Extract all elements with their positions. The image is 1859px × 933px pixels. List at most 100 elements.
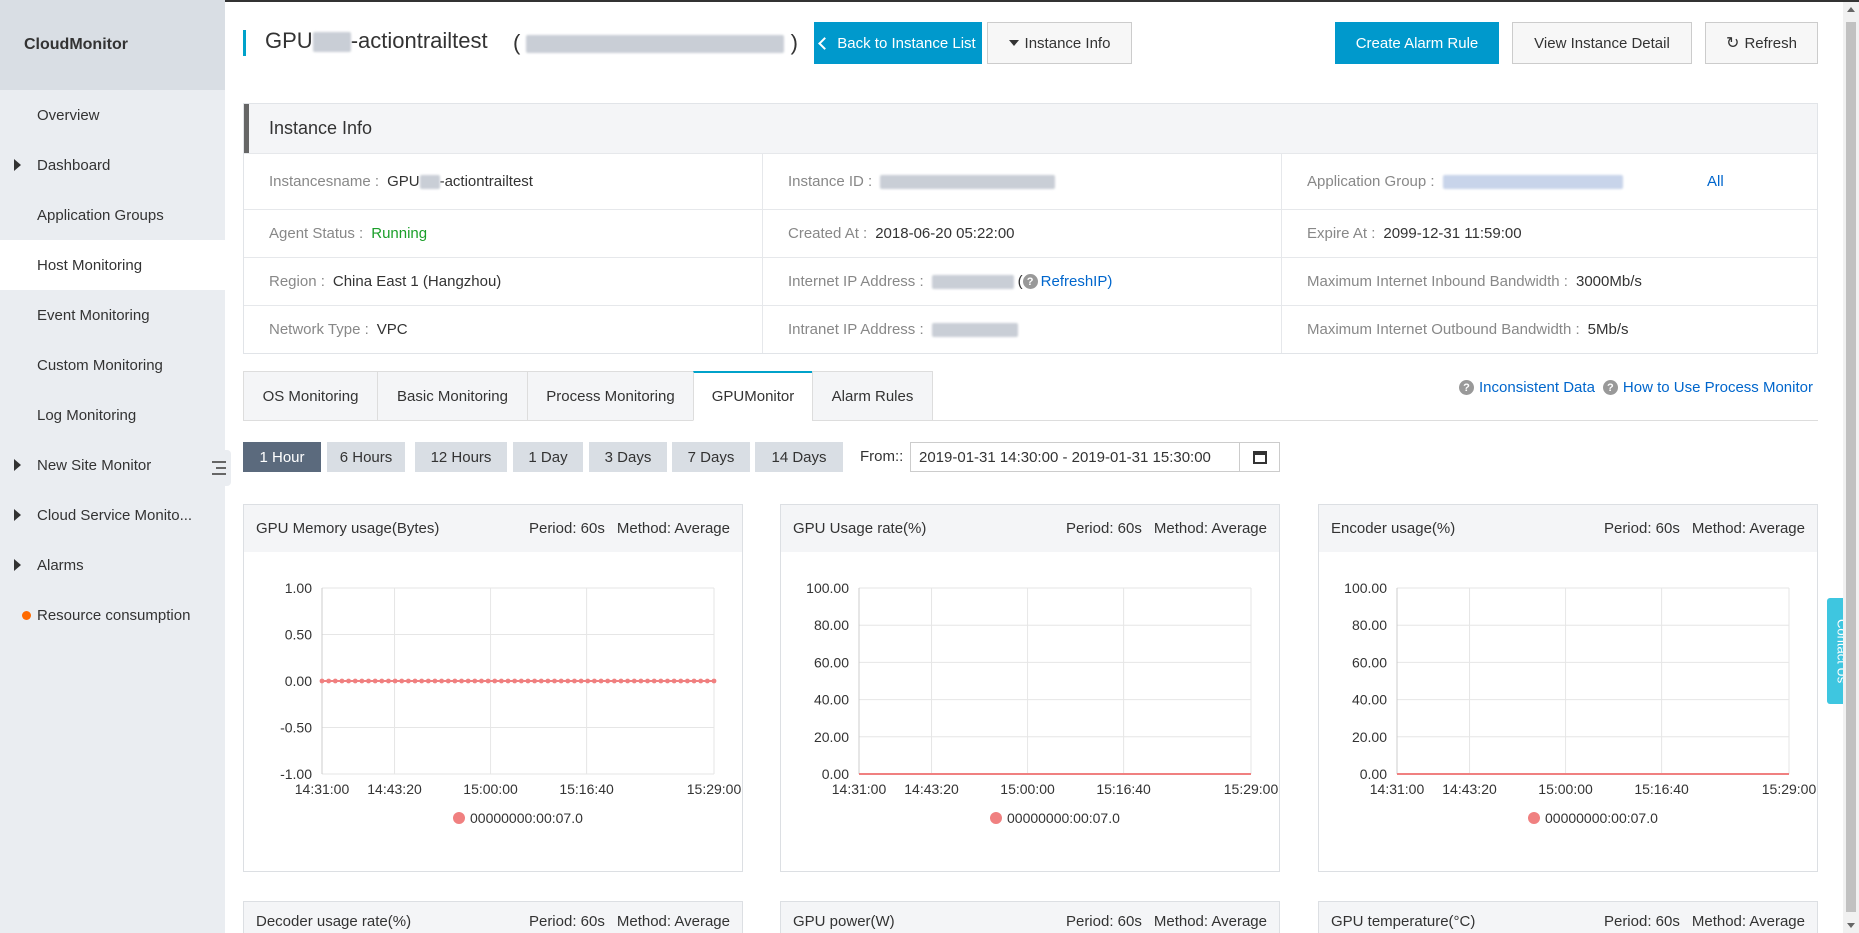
sidebar-item-custom-monitoring[interactable]: Custom Monitoring xyxy=(0,340,225,390)
x-tick-label: 14:43:20 xyxy=(367,781,422,797)
data-point xyxy=(379,678,385,684)
chart-period: Period: 60s xyxy=(528,520,605,537)
data-point xyxy=(651,678,657,684)
data-point xyxy=(552,678,557,684)
sidebar-item-host-monitoring[interactable]: Host Monitoring xyxy=(0,240,225,290)
sidebar-item-dashboard[interactable]: Dashboard xyxy=(0,140,225,190)
instance-info-button[interactable]: Instance Info xyxy=(987,22,1132,64)
caret-right-icon xyxy=(14,459,21,471)
back-to-instance-list-button[interactable]: Back to Instance List xyxy=(814,22,982,64)
chart-gpu-temperature: GPU temperature(°C) Period: 60s Method: … xyxy=(1318,901,1818,933)
inconsistent-data-link[interactable]: Inconsistent Data xyxy=(1479,379,1595,396)
x-tick-label: 14:43:20 xyxy=(1442,781,1497,797)
data-point xyxy=(611,678,617,684)
refresh-button[interactable]: ↻ Refresh xyxy=(1705,22,1818,64)
data-point xyxy=(359,678,365,684)
chart-title: GPU power(W) xyxy=(793,913,895,930)
data-point xyxy=(691,678,697,684)
time-range-3-days[interactable]: 3 Days xyxy=(589,442,667,472)
sidebar-item-log-monitoring[interactable]: Log Monitoring xyxy=(0,390,225,440)
redacted-instance-id xyxy=(880,174,1056,189)
data-point xyxy=(545,678,551,684)
tab-basic-monitoring[interactable]: Basic Monitoring xyxy=(377,371,528,421)
sidebar-item-new-site-monitor[interactable]: New Site Monitor xyxy=(0,440,225,490)
data-point xyxy=(532,678,538,684)
data-point xyxy=(538,678,544,684)
chart-header: Encoder usage(%) Period: 60s Method: Ave… xyxy=(1319,505,1817,552)
chart-method: Method: Average xyxy=(1153,913,1267,930)
create-alarm-rule-button[interactable]: Create Alarm Rule xyxy=(1335,22,1499,64)
title-accent-bar xyxy=(243,30,246,56)
sidebar-item-label: Overview xyxy=(37,106,100,124)
collapse-menu-icon xyxy=(212,461,226,475)
time-range-7-days[interactable]: 7 Days xyxy=(672,442,750,472)
y-tick-label: 40.00 xyxy=(1352,692,1387,708)
data-point xyxy=(319,678,325,684)
tab-alarm-rules[interactable]: Alarm Rules xyxy=(812,371,933,421)
tab-process-monitoring[interactable]: Process Monitoring xyxy=(527,371,694,421)
y-tick-label: 100.00 xyxy=(1344,580,1387,596)
page-scrollbar[interactable] xyxy=(1843,2,1859,933)
time-range-1-hour[interactable]: 1 Hour xyxy=(243,442,321,472)
tab-gpumonitor[interactable]: GPUMonitor xyxy=(693,371,813,421)
chart-title: Decoder usage rate(%) xyxy=(256,913,412,930)
sidebar-item-label: Dashboard xyxy=(37,156,111,174)
time-range-6-hours[interactable]: 6 Hours xyxy=(327,442,405,472)
time-range-14-days[interactable]: 14 Days xyxy=(755,442,843,472)
data-point xyxy=(399,678,405,684)
sidebar-item-event-monitoring[interactable]: Event Monitoring xyxy=(0,290,225,340)
tab-os-monitoring[interactable]: OS Monitoring xyxy=(243,371,378,421)
sidebar-collapse-button[interactable] xyxy=(207,450,231,486)
chart-gpu-usage-rate: GPU Usage rate(%) Period: 60s Method: Av… xyxy=(780,504,1280,872)
sidebar-item-application-groups[interactable]: Application Groups xyxy=(0,190,225,240)
view-instance-detail-button[interactable]: View Instance Detail xyxy=(1512,22,1692,64)
window-frame-top xyxy=(0,0,1859,2)
data-point xyxy=(698,678,704,684)
how-to-use-process-monitor-link[interactable]: How to Use Process Monitor xyxy=(1623,379,1813,396)
date-range-input[interactable]: 2019-01-31 14:30:00 - 2019-01-31 15:30:0… xyxy=(910,442,1240,472)
y-tick-label: 80.00 xyxy=(1352,617,1387,633)
scroll-thumb[interactable] xyxy=(1846,22,1856,912)
sidebar-item-resource-consumption[interactable]: Resource consumption xyxy=(0,590,225,640)
field-value: China East 1 (Hangzhou) xyxy=(332,273,502,290)
agent-status-value: Running xyxy=(371,225,428,242)
scroll-down-icon[interactable] xyxy=(1847,923,1855,928)
field-value: VPC xyxy=(376,321,408,338)
x-tick-label: 15:00:00 xyxy=(1000,781,1055,797)
x-tick-label: 15:29:00 xyxy=(687,781,742,797)
data-point xyxy=(419,678,425,684)
time-range-12-hours[interactable]: 12 Hours xyxy=(415,442,507,472)
button-label: View Instance Detail xyxy=(1534,34,1670,52)
application-group-field: Application Group : All xyxy=(1282,153,1817,209)
chart-gpu-power: GPU power(W) Period: 60s Method: Average xyxy=(780,901,1280,933)
refresh-ip-link[interactable]: RefreshIP) xyxy=(1041,273,1113,290)
redacted-group-tags xyxy=(1442,174,1623,189)
x-tick-label: 14:31:00 xyxy=(1370,781,1425,797)
data-point xyxy=(631,678,637,684)
data-point xyxy=(472,678,478,684)
sidebar-item-cloud-service-monitoring[interactable]: Cloud Service Monito... xyxy=(0,490,225,540)
legend-label: 00000000:00:07.0 xyxy=(1007,810,1120,826)
scroll-up-icon[interactable] xyxy=(1847,7,1855,12)
chart-header: GPU Usage rate(%) Period: 60s Method: Av… xyxy=(781,505,1279,552)
data-point xyxy=(386,678,391,684)
y-tick-label: 20.00 xyxy=(814,729,849,745)
data-point xyxy=(671,678,677,684)
field-label: Instance ID : xyxy=(788,173,873,190)
sidebar-item-alarms[interactable]: Alarms xyxy=(0,540,225,590)
data-point xyxy=(592,678,597,684)
data-point xyxy=(704,678,710,684)
calendar-button[interactable] xyxy=(1240,442,1280,472)
sidebar-item-overview[interactable]: Overview xyxy=(0,90,225,140)
time-range-1-day[interactable]: 1 Day xyxy=(513,442,583,472)
all-groups-link[interactable]: All xyxy=(1707,173,1724,190)
legend-marker xyxy=(1528,812,1540,824)
tab-label: GPUMonitor xyxy=(711,388,795,405)
help-icon: ? xyxy=(1602,380,1618,395)
chart-plot: 100.00 80.00 60.00 40.00 20.00 0.0014:31:00 14… xyxy=(806,580,1278,826)
caret-right-icon xyxy=(14,509,21,521)
instance-id-field: Instance ID : xyxy=(763,153,1282,209)
network-type-field: Network Type : VPC xyxy=(244,305,763,353)
data-point xyxy=(625,678,631,684)
x-tick-label: 15:29:00 xyxy=(1762,781,1817,797)
